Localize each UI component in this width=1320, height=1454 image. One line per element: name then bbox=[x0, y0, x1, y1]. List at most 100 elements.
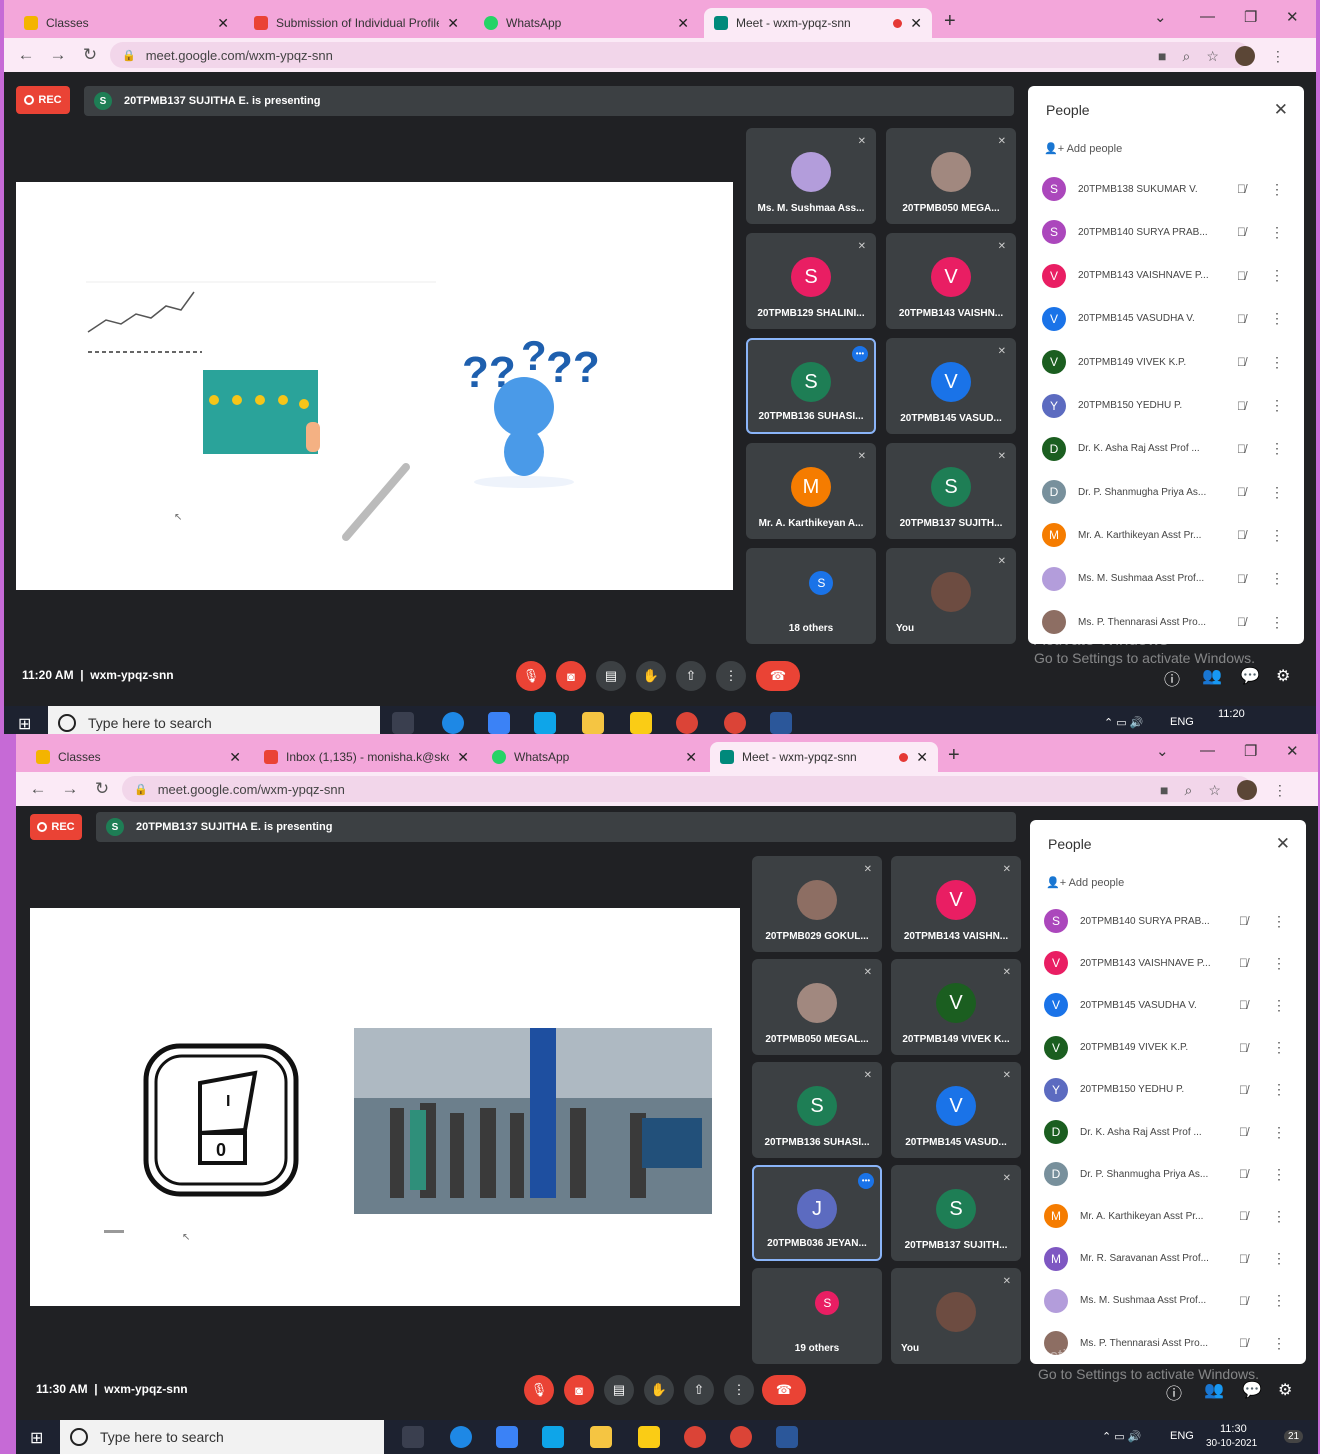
more-options-icon[interactable]: ⋮ bbox=[1272, 1166, 1286, 1183]
participant-tile[interactable]: S ✕ 20TPMB129 SHALINI... bbox=[746, 233, 876, 329]
people-list-item[interactable]: V 20TPMB149 VIVEK K.P. 🎙̸ ⋮ bbox=[1042, 345, 1284, 379]
tab-meet[interactable]: Meet - wxm-ypqz-snn ✕ bbox=[710, 742, 938, 772]
tray-date[interactable]: 30-10-2021 bbox=[1206, 1438, 1257, 1449]
new-tab-button[interactable]: + bbox=[944, 10, 956, 33]
word-icon[interactable] bbox=[770, 712, 792, 734]
profile-avatar[interactable] bbox=[1234, 46, 1255, 66]
people-list-item[interactable]: Ms. M. Sushmaa Asst Prof... 🎙̸ ⋮ bbox=[1042, 562, 1284, 596]
leave-call-button[interactable]: ☎ bbox=[762, 1375, 806, 1405]
people-list-item[interactable]: S 20TPMB138 SUKUMAR V. 🎙̸ ⋮ bbox=[1042, 172, 1284, 206]
close-tab-icon[interactable]: ✕ bbox=[447, 15, 459, 32]
participant-tile[interactable]: S ✕ 20TPMB137 SUJITH... bbox=[891, 1165, 1021, 1261]
muted-mic-icon[interactable]: 🎙̸ bbox=[1239, 1167, 1248, 1181]
participant-tile[interactable]: V ✕ 20TPMB149 VIVEK K... bbox=[891, 959, 1021, 1055]
people-list-item[interactable]: V 20TPMB145 VASUDHA V. 🎙̸ ⋮ bbox=[1042, 302, 1284, 336]
tab-classes[interactable]: Classes ✕ bbox=[26, 742, 251, 772]
captions-button[interactable]: ▤ bbox=[596, 661, 626, 691]
people-list-item[interactable]: M Mr. R. Saravanan Asst Prof... 🎙̸ ⋮ bbox=[1044, 1242, 1286, 1276]
mail-icon[interactable] bbox=[534, 712, 556, 734]
add-people-button[interactable]: 👤+ Add people bbox=[1046, 876, 1124, 889]
raise-hand-button[interactable]: ✋ bbox=[636, 661, 666, 691]
muted-mic-icon[interactable]: 🎙̸ bbox=[1239, 1252, 1248, 1266]
back-icon[interactable]: ← bbox=[10, 45, 42, 65]
windows-start-icon[interactable]: ⊞ bbox=[18, 714, 31, 734]
people-list-item[interactable]: M Mr. A. Karthikeyan Asst Pr... 🎙̸ ⋮ bbox=[1044, 1199, 1286, 1233]
info-icon[interactable]: ⓘ bbox=[1164, 666, 1180, 690]
more-options-icon[interactable]: ⋮ bbox=[1270, 354, 1284, 371]
chrome-icon[interactable] bbox=[684, 1426, 706, 1448]
windows-start-icon[interactable]: ⊞ bbox=[30, 1428, 43, 1448]
word-icon[interactable] bbox=[776, 1426, 798, 1448]
tab-gmail[interactable]: Inbox (1,135) - monisha.k@skct.e ✕ bbox=[254, 742, 479, 772]
bookmark-star-icon[interactable]: ☆ bbox=[1206, 48, 1219, 65]
participant-tile[interactable]: ✕ Ms. M. Sushmaa Ass... bbox=[746, 128, 876, 224]
close-tab-icon[interactable]: ✕ bbox=[229, 749, 241, 766]
reload-icon[interactable]: ↻ bbox=[86, 779, 118, 799]
info-icon[interactable]: ⓘ bbox=[1166, 1380, 1182, 1404]
participant-tile[interactable]: S 18 others bbox=[746, 548, 876, 644]
leave-call-button[interactable]: ☎ bbox=[756, 661, 800, 691]
muted-mic-icon[interactable]: 🎙̸ bbox=[1239, 956, 1248, 970]
participant-tile[interactable]: V ✕ 20TPMB145 VASUD... bbox=[891, 1062, 1021, 1158]
people-list-item[interactable]: V 20TPMB143 VAISHNAVE P... 🎙̸ ⋮ bbox=[1042, 259, 1284, 293]
muted-mic-icon[interactable]: 🎙̸ bbox=[1239, 998, 1248, 1012]
participant-tile[interactable]: ✕ 20TPMB050 MEGAL... bbox=[752, 959, 882, 1055]
people-list-item[interactable]: V 20TPMB145 VASUDHA V. 🎙̸ ⋮ bbox=[1044, 988, 1286, 1022]
tray-language[interactable]: ENG bbox=[1170, 716, 1194, 728]
menu-dots-icon[interactable]: ⋮ bbox=[1271, 48, 1285, 65]
muted-mic-icon[interactable]: 🎙̸ bbox=[1237, 572, 1246, 586]
chat-icon[interactable]: 💬 bbox=[1240, 666, 1260, 686]
close-window-button[interactable]: ✕ bbox=[1286, 742, 1299, 760]
close-tab-icon[interactable]: ✕ bbox=[685, 749, 697, 766]
reload-icon[interactable]: ↻ bbox=[74, 45, 106, 65]
more-options-icon[interactable]: ⋮ bbox=[1270, 224, 1284, 241]
mic-off-button[interactable]: 🎙 bbox=[524, 1375, 554, 1405]
people-list-item[interactable]: D Dr. K. Asha Raj Asst Prof ... 🎙̸ ⋮ bbox=[1042, 432, 1284, 466]
explorer-icon[interactable] bbox=[590, 1426, 612, 1448]
muted-mic-icon[interactable]: 🎙̸ bbox=[1239, 1294, 1248, 1308]
people-list-item[interactable]: D Dr. P. Shanmugha Priya As... 🎙̸ ⋮ bbox=[1044, 1157, 1286, 1191]
tray-time[interactable]: 11:20 bbox=[1218, 708, 1245, 720]
muted-mic-icon[interactable]: 🎙̸ bbox=[1239, 914, 1248, 928]
tray-time[interactable]: 11:30 bbox=[1220, 1423, 1247, 1435]
muted-mic-icon[interactable]: 🎙̸ bbox=[1237, 312, 1246, 326]
camera-icon[interactable]: ■ bbox=[1158, 48, 1166, 64]
muted-mic-icon[interactable]: 🎙̸ bbox=[1237, 355, 1246, 369]
edge-icon[interactable] bbox=[450, 1426, 472, 1448]
muted-mic-icon[interactable]: 🎙̸ bbox=[1239, 1209, 1248, 1223]
more-options-icon[interactable]: ⋮ bbox=[1272, 1039, 1286, 1056]
profile-avatar[interactable] bbox=[1236, 780, 1257, 800]
tab-meet[interactable]: Meet - wxm-ypqz-snn ✕ bbox=[704, 8, 932, 38]
present-button[interactable]: ⇧ bbox=[676, 661, 706, 691]
people-list-item[interactable]: Y 20TPMB150 YEDHU P. 🎙̸ ⋮ bbox=[1042, 389, 1284, 423]
close-window-button[interactable]: ✕ bbox=[1286, 8, 1299, 26]
tab-classes[interactable]: Classes ✕ bbox=[14, 8, 239, 38]
restore-button[interactable]: ❐ bbox=[1244, 8, 1257, 26]
people-list-item[interactable]: S 20TPMB140 SURYA PRAB... 🎙̸ ⋮ bbox=[1044, 904, 1286, 938]
url-field[interactable]: 🔒 meet.google.com/wxm-ypqz-snn bbox=[110, 42, 1250, 68]
muted-mic-icon[interactable]: 🎙̸ bbox=[1237, 442, 1246, 456]
participant-tile[interactable]: ✕ You bbox=[891, 1268, 1021, 1364]
more-options-icon[interactable]: ⋮ bbox=[1272, 1335, 1286, 1352]
explorer-icon[interactable] bbox=[582, 712, 604, 734]
tab-search-icon[interactable]: ⌄ bbox=[1154, 8, 1167, 26]
sticky-notes-icon[interactable] bbox=[638, 1426, 660, 1448]
more-options-icon[interactable]: ⋮ bbox=[1272, 913, 1286, 930]
people-list-item[interactable]: M Mr. A. Karthikeyan Asst Pr... 🎙̸ ⋮ bbox=[1042, 518, 1284, 552]
muted-mic-icon[interactable]: 🎙̸ bbox=[1239, 1041, 1248, 1055]
mail-icon[interactable] bbox=[542, 1426, 564, 1448]
more-options-button[interactable]: ⋮ bbox=[724, 1375, 754, 1405]
edge-icon[interactable] bbox=[442, 712, 464, 734]
close-tab-icon[interactable]: ✕ bbox=[677, 15, 689, 32]
store-icon[interactable] bbox=[496, 1426, 518, 1448]
participant-tile[interactable]: V ✕ 20TPMB143 VAISHN... bbox=[891, 856, 1021, 952]
people-list-item[interactable]: D Dr. P. Shanmugha Priya As... 🎙̸ ⋮ bbox=[1042, 475, 1284, 509]
tab-whatsapp[interactable]: WhatsApp ✕ bbox=[482, 742, 707, 772]
task-view-icon[interactable] bbox=[392, 712, 414, 734]
muted-mic-icon[interactable]: 🎙̸ bbox=[1237, 225, 1246, 239]
people-icon[interactable]: 👥 bbox=[1204, 1380, 1224, 1400]
people-list-item[interactable]: V 20TPMB143 VAISHNAVE P... 🎙̸ ⋮ bbox=[1044, 946, 1286, 980]
participant-tile[interactable]: ✕ 20TPMB029 GOKUL... bbox=[752, 856, 882, 952]
zoom-icon[interactable]: ⌕ bbox=[1184, 782, 1192, 799]
activities-icon[interactable]: ⚙ bbox=[1276, 666, 1290, 686]
